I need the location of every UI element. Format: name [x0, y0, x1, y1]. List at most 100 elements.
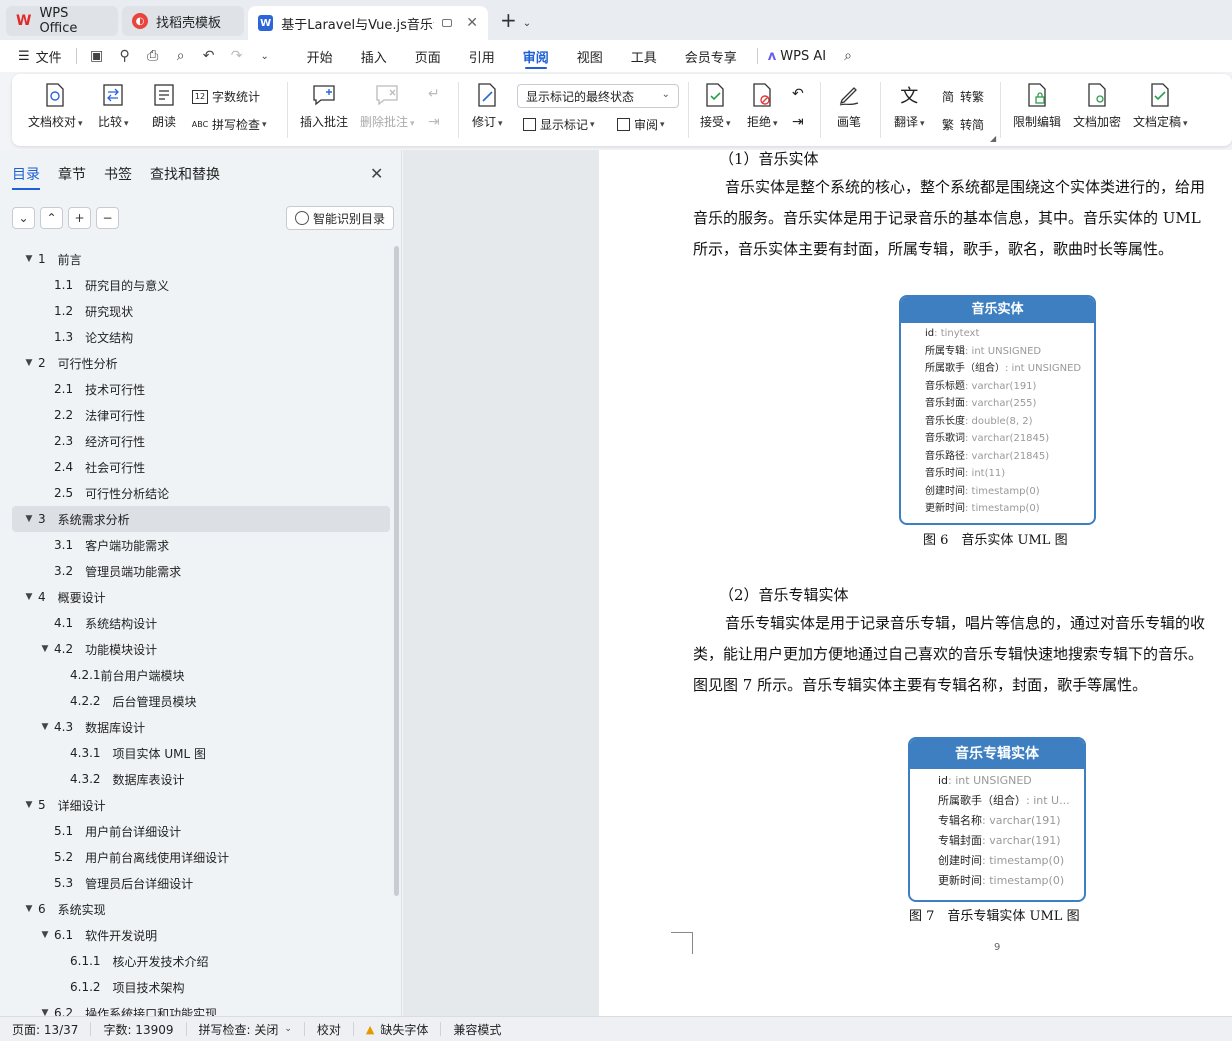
toc-item[interactable]: 2.4 社会可行性 [12, 454, 390, 480]
reject-button[interactable]: 拒绝 ▾ [747, 82, 778, 130]
spell-check-status[interactable]: 拼写检查: 关闭 ⌄ [187, 1022, 305, 1037]
nav-tab-bookmarks[interactable]: 书签 [104, 164, 132, 190]
review-pane-button[interactable]: 审阅 ▾ [617, 116, 665, 133]
toc-item[interactable]: ▼ 1 前言 [12, 246, 390, 272]
undo-icon[interactable]: ↶ [201, 48, 217, 64]
more-chevron-icon[interactable]: ⌄ [257, 48, 273, 64]
toc-item[interactable]: 4.3.1 项目实体 UML 图 [12, 740, 390, 766]
expand-triangle-icon[interactable]: ▼ [22, 254, 36, 264]
remove-heading-icon[interactable]: − [96, 207, 119, 229]
expand-triangle-icon[interactable]: ▼ [22, 592, 36, 602]
menu-view[interactable]: 视图 [563, 40, 617, 72]
page-indicator[interactable]: 页面: 13/37 [0, 1022, 92, 1037]
file-menu[interactable]: ☰ 文件 [14, 47, 70, 66]
expand-triangle-icon[interactable]: ▼ [38, 1008, 52, 1016]
insert-comment-button[interactable]: 插入批注 [300, 82, 348, 130]
markup-state-select[interactable]: 显示标记的最终状态 ⌄ [517, 84, 679, 108]
toc-item[interactable]: 1.1 研究目的与意义 [12, 272, 390, 298]
toc-item[interactable]: 2.1 技术可行性 [12, 376, 390, 402]
search-icon[interactable]: ⌕ [840, 48, 856, 64]
close-tab-icon[interactable]: ✕ [466, 15, 478, 31]
toc-item[interactable]: ▼ 3 系统需求分析 [12, 506, 390, 532]
toc-item[interactable]: 2.3 经济可行性 [12, 428, 390, 454]
next-comment-icon[interactable]: ⇥ [428, 114, 440, 130]
toc-item[interactable]: ▼ 5 详细设计 [12, 792, 390, 818]
toc-item[interactable]: ▼ 6.2 操作系统接口和功能实现 [12, 1000, 390, 1016]
toc-item[interactable]: ▼ 2 可行性分析 [12, 350, 390, 376]
menu-insert[interactable]: 插入 [347, 40, 401, 72]
smart-toc-button[interactable]: 智能识别目录 [286, 206, 395, 230]
expand-triangle-icon[interactable]: ▼ [22, 800, 36, 810]
expand-all-icon[interactable]: ⌄ [12, 207, 35, 229]
menu-page[interactable]: 页面 [401, 40, 455, 72]
toc-item[interactable]: 6.1.1 核心开发技术介绍 [12, 948, 390, 974]
toc-item[interactable]: 4.2.2 后台管理员模块 [12, 688, 390, 714]
pen-button[interactable]: 画笔 [836, 82, 862, 130]
close-pane-icon[interactable]: ✕ [370, 164, 383, 183]
wps-ai-button[interactable]: ʌ WPS AI [764, 40, 840, 72]
print-icon[interactable]: ⎙ [145, 48, 161, 64]
toc-item[interactable]: ▼ 4.2 功能模块设计 [12, 636, 390, 662]
read-aloud-button[interactable]: 朗读 [151, 82, 177, 130]
spell-check-button[interactable]: ABC 拼写检查 ▾ [192, 116, 267, 133]
finalize-button[interactable]: 文档定稿 ▾ [1133, 82, 1188, 130]
dialog-launcher-icon[interactable]: ◢ [990, 134, 996, 143]
share-icon[interactable]: ⚲ [117, 48, 133, 64]
toc-item[interactable]: 1.3 论文结构 [12, 324, 390, 350]
revise-button[interactable]: 修订 ▾ [472, 82, 503, 130]
tab-list-chevron-icon[interactable]: ⌄ [523, 18, 531, 29]
save-icon[interactable]: ▣ [89, 48, 105, 64]
toc-item[interactable]: 4.2.1 前台用户端模块 [12, 662, 390, 688]
toc-item[interactable]: 1.2 研究现状 [12, 298, 390, 324]
menu-reference[interactable]: 引用 [455, 40, 509, 72]
toc-item[interactable]: 2.2 法律可行性 [12, 402, 390, 428]
to-traditional-button[interactable]: 简 转繁 [940, 88, 984, 105]
translate-button[interactable]: 文 翻译 ▾ [894, 82, 925, 130]
menu-review[interactable]: 审阅 [509, 40, 563, 72]
toc-item[interactable]: 5.1 用户前台详细设计 [12, 818, 390, 844]
word-count-indicator[interactable]: 字数: 13909 [91, 1022, 187, 1037]
menu-start[interactable]: 开始 [293, 40, 347, 72]
accept-button[interactable]: 接受 ▾ [700, 82, 731, 130]
tab-wps-office[interactable]: W WPS Office [6, 6, 118, 36]
nav-tab-toc[interactable]: 目录 [12, 164, 40, 190]
add-heading-icon[interactable]: + [68, 207, 91, 229]
print-preview-icon[interactable]: ⌕ [173, 48, 189, 64]
show-markup-button[interactable]: 显示标记 ▾ [523, 116, 595, 133]
expand-triangle-icon[interactable]: ▼ [22, 904, 36, 914]
expand-triangle-icon[interactable]: ▼ [22, 514, 36, 524]
tab-docer[interactable]: ◐ 找稻壳模板 [122, 6, 244, 36]
collapse-all-icon[interactable]: ⌃ [40, 207, 63, 229]
expand-triangle-icon[interactable]: ▼ [38, 930, 52, 940]
nav-tab-find-replace[interactable]: 查找和替换 [150, 164, 220, 190]
toc-item[interactable]: 5.2 用户前台离线使用详细设计 [12, 844, 390, 870]
expand-triangle-icon[interactable]: ▼ [38, 644, 52, 654]
toc-item[interactable]: 5.3 管理员后台详细设计 [12, 870, 390, 896]
previous-change-icon[interactable]: ↶ [792, 86, 804, 102]
proofread-status[interactable]: 校对 [305, 1022, 354, 1037]
toc-item[interactable]: ▼ 4 概要设计 [12, 584, 390, 610]
expand-triangle-icon[interactable]: ▼ [22, 358, 36, 368]
toc-item[interactable]: ▼ 4.3 数据库设计 [12, 714, 390, 740]
toc-item[interactable]: 6.1.2 项目技术架构 [12, 974, 390, 1000]
toc-item[interactable]: ▼ 6 系统实现 [12, 896, 390, 922]
toc-scrollbar[interactable] [394, 246, 399, 896]
toc-item[interactable]: 4.1 系统结构设计 [12, 610, 390, 636]
toc-item[interactable]: 4.3.2 数据库表设计 [12, 766, 390, 792]
next-change-icon[interactable]: ⇥ [792, 114, 804, 130]
tab-document[interactable]: W 基于Laravel与Vue.js音乐流媒 ✕ [248, 6, 488, 40]
encrypt-button[interactable]: 文档加密 [1073, 82, 1121, 130]
menu-member[interactable]: 会员专享 [671, 40, 751, 72]
to-simplified-button[interactable]: 繁 转简 [940, 116, 984, 133]
nav-tab-sections[interactable]: 章节 [58, 164, 86, 190]
redo-icon[interactable]: ↷ [229, 48, 245, 64]
doc-check-button[interactable]: 文档校对 ▾ [28, 82, 83, 130]
toc-item[interactable]: 3.1 客户端功能需求 [12, 532, 390, 558]
word-count-button[interactable]: 12 字数统计 [192, 88, 260, 105]
toc-item[interactable]: ▼ 6.1 软件开发说明 [12, 922, 390, 948]
compare-button[interactable]: 比较 ▾ [98, 82, 129, 130]
expand-triangle-icon[interactable]: ▼ [38, 722, 52, 732]
new-tab-icon[interactable]: + [500, 8, 517, 32]
menu-tools[interactable]: 工具 [617, 40, 671, 72]
toc-item[interactable]: 3.2 管理员端功能需求 [12, 558, 390, 584]
